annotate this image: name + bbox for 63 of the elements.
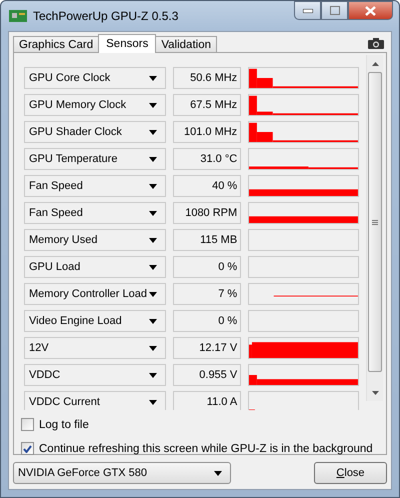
- sensor-value: 11.0 A: [172, 391, 242, 410]
- camera-icon[interactable]: [368, 38, 384, 49]
- checkmark-icon: [23, 444, 32, 452]
- sensor-value: 12.17 V: [172, 337, 242, 359]
- sensor-value: 0.955 V: [172, 364, 242, 386]
- sensor-select[interactable]: Fan Speed: [24, 175, 166, 197]
- maximize-button[interactable]: [321, 1, 348, 20]
- sensor-value: 31.0 °C: [172, 148, 242, 170]
- dropdown-caret-icon: [148, 318, 157, 324]
- close-button[interactable]: Close: [314, 462, 387, 484]
- dropdown-caret-icon: [148, 156, 157, 162]
- minimize-icon: [302, 8, 312, 12]
- sensor-select[interactable]: GPU Memory Clock: [24, 94, 166, 116]
- maximize-icon: [330, 6, 340, 15]
- dropdown-caret-icon: [148, 76, 157, 80]
- sensor-value: 40 %: [172, 175, 242, 197]
- dropdown-caret-icon: [148, 184, 157, 188]
- sensor-select[interactable]: Fan Speed: [24, 202, 166, 224]
- checkbox[interactable]: [21, 442, 34, 455]
- close-window-button[interactable]: [348, 1, 393, 20]
- sensor-value: 7 %: [172, 283, 242, 305]
- sensor-select[interactable]: Video Engine Load: [24, 310, 166, 332]
- sensor-value: 50.6 MHz: [172, 67, 242, 89]
- sensor-value: 101.0 MHz: [172, 121, 242, 143]
- device-select[interactable]: NVIDIA GeForce GTX 580: [13, 462, 231, 484]
- sensor-select[interactable]: 12V: [24, 337, 166, 359]
- tab[interactable]: Sensors: [98, 34, 156, 53]
- sensor-select[interactable]: GPU Core Clock: [24, 67, 166, 89]
- sensor-select[interactable]: Memory Controller Load: [24, 283, 166, 305]
- sensor-select[interactable]: GPU Load: [24, 256, 166, 278]
- sensor-value: 0 %: [172, 256, 242, 278]
- dropdown-caret-icon: [148, 372, 157, 378]
- minimize-button[interactable]: [294, 1, 321, 20]
- dropdown-caret-icon: [148, 238, 157, 242]
- sensor-select[interactable]: GPU Temperature: [24, 148, 166, 170]
- sensor-select[interactable]: GPU Shader Clock: [24, 121, 166, 143]
- dropdown-caret-icon: [148, 102, 157, 108]
- tab[interactable]: Validation: [155, 36, 217, 52]
- dropdown-caret-icon: [214, 470, 222, 476]
- sensor-value: 67.5 MHz: [172, 94, 242, 116]
- sensor-select[interactable]: VDDC Current: [24, 391, 166, 410]
- sensor-value: 0 %: [172, 310, 242, 332]
- close-icon: [365, 6, 376, 16]
- grip-icon: [372, 220, 378, 224]
- sensor-select[interactable]: Memory Used: [24, 229, 166, 251]
- dropdown-caret-icon: [148, 292, 157, 296]
- app-icon: [9, 9, 27, 23]
- checkbox[interactable]: [21, 418, 34, 431]
- dropdown-caret-icon: [148, 210, 157, 216]
- sensor-value: 115 MB: [172, 229, 242, 251]
- sensor-select[interactable]: VDDC: [24, 364, 166, 386]
- checkbox-label: Log to file: [39, 418, 89, 430]
- scroll-up-icon: [372, 62, 379, 66]
- tab[interactable]: Graphics Card: [13, 36, 100, 52]
- scrollbar[interactable]: [366, 55, 383, 401]
- dropdown-caret-icon: [148, 400, 157, 404]
- checkbox-label: Continue refreshing this screen while GPU-Z is in the background: [39, 442, 373, 454]
- scroll-down-icon: [372, 390, 379, 394]
- window-title: TechPowerUp GPU-Z 0.5.3: [33, 9, 180, 23]
- sensor-value: 1080 RPM: [172, 202, 242, 224]
- dropdown-caret-icon: [148, 346, 157, 350]
- dropdown-caret-icon: [148, 264, 157, 270]
- dropdown-caret-icon: [148, 130, 157, 134]
